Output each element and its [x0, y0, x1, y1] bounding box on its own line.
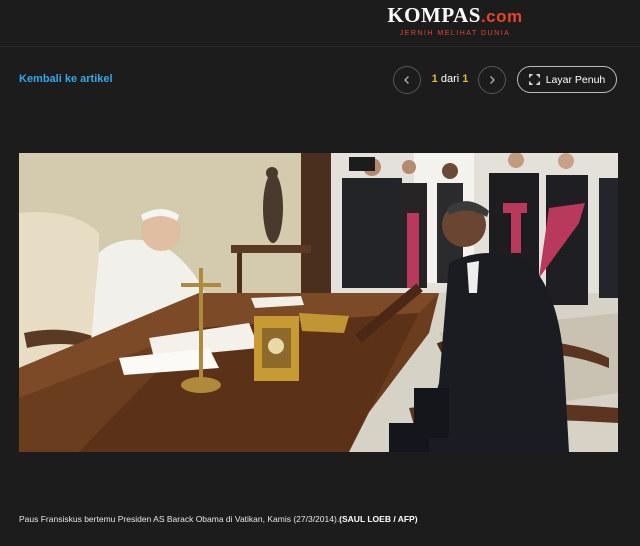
top-bar: KOMPAS.com JERNIH MELIHAT DUNIA	[0, 0, 640, 47]
photo-illustration	[19, 153, 618, 452]
logo-suffix: .com	[480, 7, 523, 26]
current-slide: 1	[431, 73, 438, 85]
caption-text: Paus Fransiskus bertemu Presiden AS Bara…	[19, 514, 340, 524]
article-photo	[19, 153, 618, 452]
chevron-right-icon	[490, 76, 495, 84]
back-to-article-link[interactable]: Kembali ke artikel	[19, 73, 113, 85]
logo-tagline: JERNIH MELIHAT DUNIA	[399, 30, 511, 37]
fullscreen-button[interactable]: Layar Penuh	[517, 66, 617, 93]
chevron-left-icon	[404, 76, 409, 84]
photo-credit: (SAUL LOEB / AFP)	[339, 514, 418, 524]
total-slides: 1	[462, 73, 469, 85]
counter-separator: dari	[440, 73, 460, 85]
next-button[interactable]	[478, 66, 506, 94]
kompas-logo[interactable]: KOMPAS.com JERNIH MELIHAT DUNIA	[380, 4, 530, 42]
previous-button[interactable]	[393, 66, 421, 94]
photo-caption: Paus Fransiskus bertemu Presiden AS Bara…	[19, 514, 629, 524]
fullscreen-label: Layar Penuh	[545, 73, 606, 86]
logo-text: KOMPAS	[387, 3, 481, 27]
slide-counter: 1 dari 1	[425, 73, 475, 85]
fullscreen-icon	[528, 74, 540, 85]
